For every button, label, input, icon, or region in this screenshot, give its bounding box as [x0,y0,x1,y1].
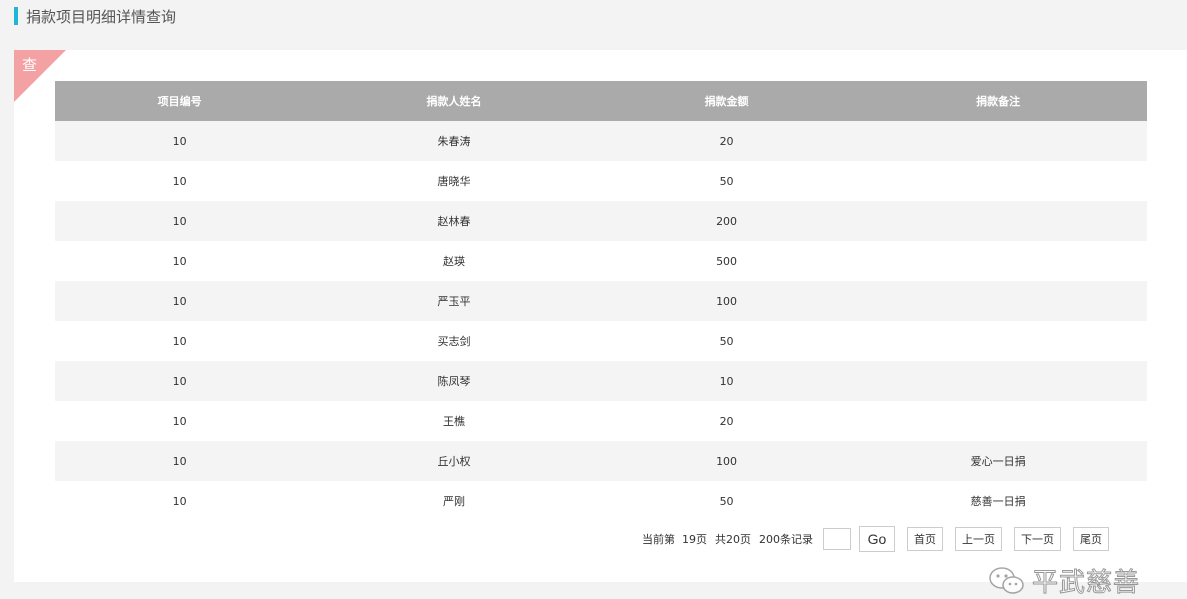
cell-amount: 500 [603,241,850,281]
cell-remark: 爱心一日捐 [849,441,1147,481]
cell-project-id: 10 [55,401,305,441]
wechat-icon [989,566,1024,594]
donation-table: 项目编号 捐款人姓名 捐款金额 捐款备注 10 朱春涛 20 10 唐晓华 50… [55,81,1147,521]
total-records-text: 200条记录 [759,533,813,546]
page-header: 捐款项目明细详情查询 [14,6,176,26]
page-title: 捐款项目明细详情查询 [26,7,177,26]
last-page-button[interactable]: 尾页 [1073,527,1109,551]
next-page-button[interactable]: 下一页 [1014,527,1061,551]
cell-project-id: 10 [55,121,305,161]
cell-donor-name: 买志剑 [304,321,604,361]
cell-donor-name: 王樵 [304,401,604,441]
cell-amount: 50 [603,321,850,361]
table-row: 10 严刚 50 慈善一日捐 [55,481,1147,521]
corner-label: 查 [22,56,38,74]
cell-project-id: 10 [55,481,305,521]
col-header-remark: 捐款备注 [849,81,1147,121]
cell-remark [849,401,1147,441]
pagination: 当前第 19页 共20页 200条记录 Go 首页 上一页 下一页 尾页 [642,526,1121,552]
cell-amount: 100 [603,281,850,321]
watermark-text: 平武慈善 [1031,568,1141,599]
cell-donor-name: 赵瑛 [304,241,604,281]
cell-amount: 10 [603,361,850,401]
cell-remark [849,281,1147,321]
cell-amount: 50 [603,481,850,521]
total-pages-text: 共20页 [715,533,751,546]
watermark: 平武慈善 [988,562,1140,599]
cell-remark [849,361,1147,401]
page-number-input[interactable] [823,528,851,550]
cell-project-id: 10 [55,241,305,281]
cell-project-id: 10 [55,201,305,241]
table-row: 10 陈凤琴 10 [55,361,1147,401]
table-row: 10 赵瑛 500 [55,241,1147,281]
first-page-button[interactable]: 首页 [907,527,943,551]
table-row: 10 唐晓华 50 [55,161,1147,201]
table-header-row: 项目编号 捐款人姓名 捐款金额 捐款备注 [55,81,1147,121]
cell-remark [849,241,1147,281]
cell-project-id: 10 [55,321,305,361]
cell-project-id: 10 [55,281,305,321]
cell-donor-name: 严刚 [304,481,604,521]
cell-project-id: 10 [55,361,305,401]
cell-project-id: 10 [55,161,305,201]
content-panel: 查 项目编号 捐款人姓名 捐款金额 捐款备注 10 朱春涛 20 10 唐晓华 … [14,50,1187,599]
cell-remark [849,321,1147,361]
cell-amount: 20 [603,401,850,441]
cell-remark: 慈善一日捐 [849,481,1147,521]
col-header-amount: 捐款金额 [603,81,850,121]
table-row: 10 赵林春 200 [55,201,1147,241]
cell-amount: 200 [603,201,850,241]
col-header-project-id: 项目编号 [55,81,305,121]
cell-remark [849,201,1147,241]
cell-donor-name: 陈凤琴 [304,361,604,401]
cell-amount: 100 [603,441,850,481]
table-row: 10 丘小权 100 爱心一日捐 [55,441,1147,481]
cell-project-id: 10 [55,441,305,481]
table-row: 10 严玉平 100 [55,281,1147,321]
table-row: 10 买志剑 50 [55,321,1147,361]
cell-remark [849,121,1147,161]
cell-donor-name: 唐晓华 [304,161,604,201]
cell-remark [849,161,1147,201]
cell-donor-name: 赵林春 [304,201,604,241]
cell-amount: 50 [603,161,850,201]
table-row: 10 朱春涛 20 [55,121,1147,161]
cell-amount: 20 [603,121,850,161]
current-page-text: 当前第 19页 [642,533,707,546]
cell-donor-name: 严玉平 [304,281,604,321]
col-header-donor-name: 捐款人姓名 [304,81,604,121]
cell-donor-name: 朱春涛 [304,121,604,161]
cell-donor-name: 丘小权 [304,441,604,481]
title-accent-bar [14,7,18,25]
table-row: 10 王樵 20 [55,401,1147,441]
prev-page-button[interactable]: 上一页 [955,527,1002,551]
go-button[interactable]: Go [859,526,895,552]
